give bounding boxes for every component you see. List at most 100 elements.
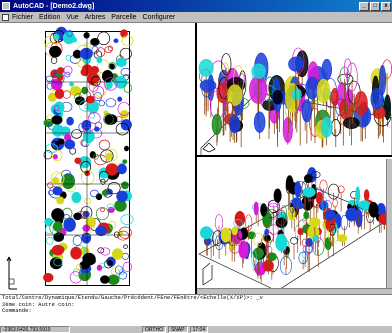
tree-canopy [52, 186, 63, 196]
command-prompt[interactable]: Commande: [2, 308, 392, 315]
tree-crown [363, 189, 370, 202]
tree-crown [260, 203, 268, 217]
tree-crown [229, 115, 241, 134]
tree-canopy [123, 83, 133, 93]
tree-canopy [124, 145, 129, 152]
tree-crown [287, 206, 296, 221]
tree-canopy [83, 42, 92, 50]
tree-canopy [62, 90, 71, 99]
tree-crown [320, 117, 333, 138]
menu-configurer[interactable]: Configurer [143, 14, 176, 21]
tree-canopy [111, 248, 124, 260]
tree-crown [302, 186, 316, 198]
tree-canopy [81, 232, 92, 244]
tree-canopy [72, 235, 82, 246]
minimize-button[interactable]: _ [359, 1, 369, 11]
menu-parcelle[interactable]: Parcelle [111, 14, 136, 21]
tree-canopy [65, 54, 71, 61]
tree-crown [264, 228, 269, 237]
status-bar: -2363.6426,793.5919 ORTHO SNAP 17:04 [0, 325, 392, 333]
tree-canopy [66, 116, 74, 126]
tree-canopy [82, 224, 91, 232]
tree-crown [200, 226, 213, 240]
tree-crown [249, 75, 268, 104]
coordinate-readout: -2363.6426,793.5919 [0, 326, 70, 333]
tree-canopy [87, 72, 100, 86]
tree-canopy [90, 189, 99, 198]
tree-canopy [51, 124, 64, 137]
tree-canopy [91, 46, 99, 55]
tree-canopy [63, 65, 73, 75]
tree-canopy [122, 261, 133, 273]
menu-fichier[interactable]: Fichier [12, 14, 33, 21]
tree-crown [345, 207, 358, 222]
isometric-trees [198, 167, 391, 292]
tree-canopy [70, 246, 82, 260]
tree-canopy [123, 244, 128, 249]
app-icon[interactable] [2, 2, 10, 10]
maximize-button[interactable]: □ [370, 1, 380, 11]
tree-canopy [104, 114, 118, 125]
ucs-icon [6, 256, 17, 290]
tree-crown [288, 56, 304, 72]
tree-crown [251, 63, 266, 79]
drawing-area[interactable] [0, 23, 392, 294]
tree-canopy [73, 212, 82, 221]
tree-crown [291, 88, 302, 101]
tree-canopy [95, 193, 103, 201]
tree-canopy [116, 190, 128, 203]
tree-canopy [81, 120, 92, 131]
tree-canopy [95, 225, 107, 237]
tree-crown [368, 201, 379, 218]
tree-crown [325, 209, 336, 221]
tree-canopy [96, 56, 103, 64]
tree-canopy [100, 247, 111, 256]
tree-crown [294, 181, 302, 198]
menu-vue[interactable]: Vue [66, 14, 78, 21]
tree-canopy [113, 38, 119, 44]
ortho-toggle[interactable]: ORTHO [142, 326, 166, 333]
menu-edition[interactable]: Edition [39, 14, 60, 21]
tree-canopy [98, 100, 105, 107]
tree-crown [303, 211, 310, 220]
menu-arbres[interactable]: Arbres [85, 14, 106, 21]
tree-canopy [43, 272, 54, 283]
snap-toggle[interactable]: SNAP [167, 326, 188, 333]
document-icon[interactable] [2, 13, 9, 21]
tree-canopy [96, 264, 103, 271]
tree-canopy [56, 196, 65, 205]
tree-crown [211, 113, 222, 136]
tree-crown [275, 233, 288, 252]
tree-crown [234, 210, 246, 227]
tree-canopy [89, 151, 96, 159]
tree-canopy [100, 207, 105, 212]
clock: 17:04 [189, 326, 209, 333]
tree-crown [312, 235, 319, 243]
tree-canopy [52, 154, 58, 160]
tree-canopy [117, 96, 123, 102]
tree-crown [316, 78, 331, 104]
tree-crown [358, 200, 371, 211]
vertical-scrollbar[interactable] [386, 159, 392, 288]
tree-canopy [98, 139, 111, 151]
tree-canopy [122, 252, 129, 260]
tree-crown [305, 76, 320, 100]
tree-crown [220, 227, 231, 243]
tree-canopy [69, 82, 75, 87]
tree-canopy [44, 217, 54, 227]
ucs-3d-icon [202, 262, 213, 286]
tree-canopy [45, 75, 54, 82]
tree-canopy [120, 214, 134, 225]
tree-crown [370, 87, 384, 110]
plan-viewport[interactable] [0, 23, 195, 294]
perspective-viewport[interactable] [197, 23, 392, 157]
isometric-viewport[interactable] [197, 159, 392, 294]
tree-canopy [74, 157, 82, 164]
tree-canopy [100, 275, 110, 284]
tree-canopy [45, 224, 54, 235]
tree-canopy [83, 32, 90, 39]
command-window[interactable]: Total/Centre/Dynamique/Etendu/Gauche/Pré… [0, 294, 392, 325]
tree-canopy [49, 45, 62, 58]
tree-canopy [95, 207, 109, 221]
close-button[interactable]: x [381, 1, 391, 11]
